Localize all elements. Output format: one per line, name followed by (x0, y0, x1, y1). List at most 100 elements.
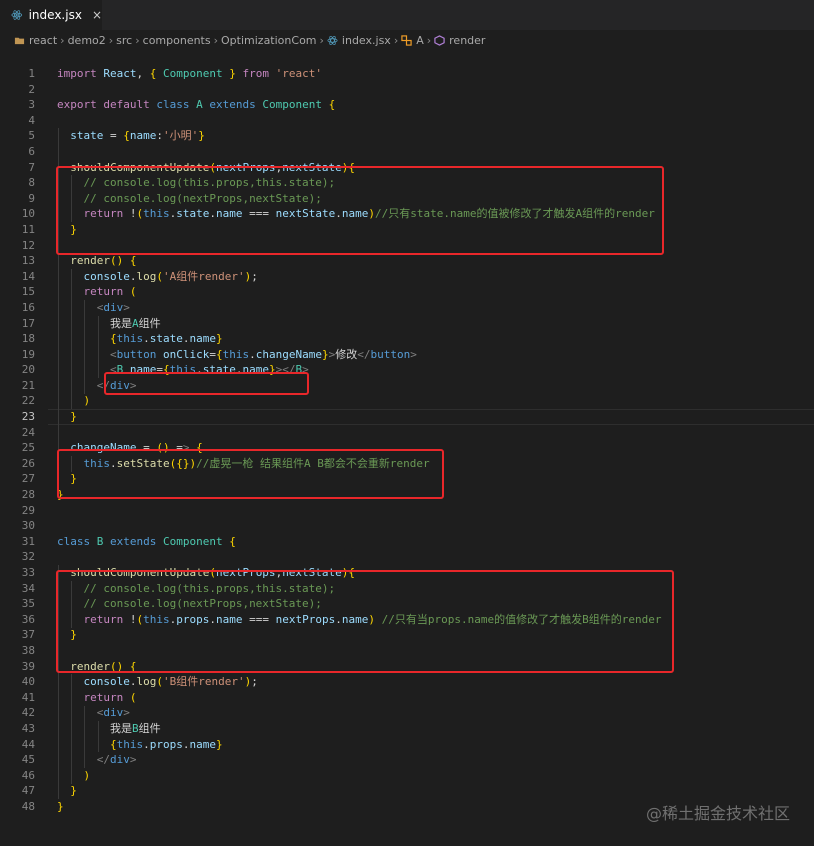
indent-guide (97, 315, 99, 378)
line-number: 28 (21, 488, 35, 502)
line-number: 10 (21, 207, 35, 221)
editor-tab-bar: index.jsx × (0, 0, 814, 30)
breadcrumb-label: react (29, 33, 58, 47)
code-editor[interactable]: 1 import React, { Component } from 'react… (0, 66, 814, 815)
code-line: 45 </div> (0, 752, 814, 768)
line-number: 34 (21, 581, 35, 595)
code-line: 3 export default class A extends Componen… (0, 97, 814, 113)
line-number: 41 (21, 690, 35, 704)
code-line: 40 console.log('B组件render'); (0, 674, 814, 690)
highlight-box-change-name (57, 449, 444, 499)
tab-close-button[interactable]: × (92, 8, 102, 22)
line-number: 4 (28, 113, 35, 127)
breadcrumb-item[interactable]: render (434, 34, 485, 47)
line-number: 3 (28, 98, 35, 112)
line-text: {this.state.name} (110, 332, 223, 346)
watermark: @稀土掘金技术社区 (645, 804, 790, 823)
line-text: console.log('A组件render'); (83, 269, 258, 283)
line-number: 9 (28, 191, 35, 205)
highlight-box-b-element (104, 372, 309, 395)
line-number: 18 (21, 332, 35, 346)
breadcrumb-item[interactable]: A (401, 34, 424, 47)
breadcrumb-item[interactable]: react (14, 34, 57, 47)
line-number: 19 (21, 347, 35, 361)
line-number: 25 (21, 441, 35, 455)
line-text: export default class A extends Component… (57, 98, 336, 112)
code-line: 43 我是B组件 (0, 721, 814, 737)
breadcrumb-item[interactable]: OptimizationCom (221, 34, 317, 47)
code-line: 42 <div> (0, 705, 814, 721)
line-number: 17 (21, 316, 35, 330)
line-number: 39 (21, 659, 35, 673)
code-line: 24 (0, 425, 814, 441)
line-number: 43 (21, 721, 35, 735)
line-text: state = {name:'小明'} (70, 129, 205, 143)
code-line: 30 (0, 518, 814, 534)
code-line: 6 (0, 144, 814, 160)
line-text: <div> (96, 706, 130, 720)
code-line: 47 } (0, 783, 814, 799)
chevron-right-icon: › (108, 33, 114, 47)
chevron-right-icon: › (213, 33, 219, 47)
tab-index-jsx[interactable]: index.jsx × (0, 0, 102, 30)
line-number: 13 (21, 254, 35, 268)
line-number: 14 (21, 269, 35, 283)
code-line: 1 import React, { Component } from 'react… (0, 66, 814, 82)
chevron-right-icon: › (319, 33, 324, 47)
line-number: 7 (28, 160, 35, 174)
line-text: <div> (96, 300, 130, 314)
breadcrumb-label: demo2 (67, 33, 106, 47)
chevron-right-icon: › (393, 33, 399, 47)
line-number: 29 (21, 503, 35, 517)
class-icon (401, 34, 412, 46)
line-text: console.log('B组件render'); (83, 675, 258, 689)
line-number: 46 (21, 768, 35, 782)
line-text: } (70, 410, 77, 424)
line-number: 21 (21, 378, 35, 392)
line-text: <button onClick={this.changeName}>修改</bu… (110, 347, 417, 361)
line-number: 2 (28, 82, 35, 96)
code-line: 17 我是A组件 (0, 316, 814, 332)
react-icon (327, 35, 338, 46)
code-line: 13 render() { (0, 253, 814, 269)
breadcrumb-item[interactable]: src (116, 34, 132, 47)
line-number: 31 (21, 534, 35, 548)
breadcrumb-label: OptimizationCom (221, 33, 317, 47)
breadcrumb-label: render (449, 33, 486, 47)
highlight-box-should-update-b (56, 570, 674, 673)
breadcrumb-label: components (142, 33, 211, 47)
breadcrumb-item[interactable]: index.jsx (327, 34, 391, 47)
indent-guide (97, 721, 99, 753)
code-line: 15 return ( (0, 284, 814, 300)
breadcrumb-item[interactable]: demo2 (68, 34, 106, 47)
highlight-box-should-update-a (56, 166, 664, 255)
line-number: 20 (21, 363, 35, 377)
line-number: 36 (21, 612, 35, 626)
line-text: return ( (83, 690, 137, 704)
chevron-right-icon: › (135, 33, 140, 47)
line-number: 48 (21, 799, 35, 813)
folder-icon (14, 35, 25, 46)
line-number: 6 (28, 144, 35, 158)
breadcrumb-item[interactable]: components (143, 34, 211, 47)
code-line: 22 ) (0, 393, 814, 409)
line-text: ) (83, 768, 91, 782)
line-number: 1 (28, 67, 35, 80)
line-text: ) (83, 394, 91, 408)
line-number: 35 (21, 597, 35, 611)
line-number: 42 (21, 706, 35, 720)
line-number: 45 (21, 753, 35, 767)
line-number: 32 (21, 550, 35, 564)
line-text: import React, { Component } from 'react' (57, 67, 322, 80)
tab-label: index.jsx (28, 8, 82, 22)
line-number: 8 (28, 176, 35, 190)
line-number: 27 (21, 472, 35, 486)
line-number: 37 (21, 628, 35, 642)
chevron-right-icon: › (426, 33, 432, 47)
line-number: 16 (21, 300, 35, 314)
line-number: 23 (21, 410, 35, 424)
line-text: render() { (70, 254, 137, 268)
line-number: 24 (21, 425, 35, 439)
line-number: 11 (21, 222, 35, 236)
chevron-right-icon: › (60, 33, 65, 47)
